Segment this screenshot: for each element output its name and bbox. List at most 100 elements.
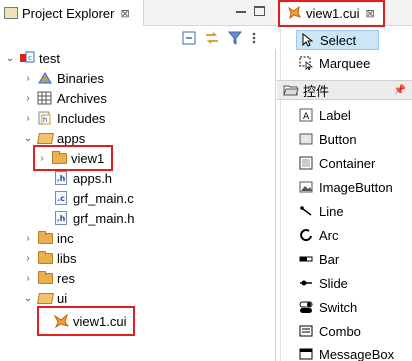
palette-item-switch[interactable]: Switch [298,297,357,317]
switch-icon [298,299,314,315]
palette-item-text: ImageButton [319,179,393,195]
container-icon [298,155,314,171]
tree-item-includes[interactable]: › h Includes [22,108,105,128]
pin-icon[interactable]: 📌 [394,85,406,96]
binaries-icon [37,71,53,85]
tree-item-res[interactable]: › res [22,268,75,288]
palette-drawer-header[interactable]: 控件 📌 [277,80,412,100]
label-icon: A [298,107,314,123]
tab-project-explorer[interactable]: Project Explorer ⊠ [0,0,144,26]
palette-item-messagebox[interactable]: MessageBox [298,344,394,361]
chevron-right-icon[interactable]: › [22,112,34,124]
svg-text:A: A [303,112,310,122]
tree-item-label: apps.h [73,170,113,186]
chevron-right-icon[interactable]: › [22,232,34,244]
tree-item-grf-main-c[interactable]: .c grf_main.c [50,188,134,208]
slider-icon [298,275,314,291]
palette-item-text: Label [319,107,351,123]
tree-item-binaries[interactable]: › Binaries [22,68,104,88]
messagebox-icon [298,346,314,361]
tree-item-test[interactable]: ⌄ c test [4,48,60,68]
palette-item-combo[interactable]: Combo [298,321,361,341]
palette-item-text: Arc [319,227,339,243]
palette-panel: view1.cui ⊠ Select Marquee 控件 📌 A Label … [277,0,412,361]
palette-item-arc[interactable]: Arc [298,225,339,245]
tool-select[interactable]: Select [296,30,379,50]
chevron-right-icon[interactable]: › [36,152,48,164]
tree-item-label: view1.cui [73,313,127,329]
tree-item-view1[interactable]: › view1 [33,145,113,171]
tree-item-label: res [57,270,76,286]
link-with-editor-icon[interactable] [204,30,220,46]
tree-item-label: Binaries [57,70,104,86]
tree-item-label: apps [57,130,86,146]
tree-item-label: Archives [57,90,107,106]
drawer-label: 控件 [303,83,330,99]
tree-item-label: test [39,50,60,66]
arc-icon [298,227,314,243]
tree-item-label: grf_main.c [73,190,134,206]
close-icon[interactable]: ⊠ [120,7,129,20]
tree-item-label: view1 [71,150,105,166]
cui-file-icon [53,314,69,328]
palette-item-text: Switch [319,299,358,315]
folder-icon [51,150,67,165]
palette-item-container[interactable]: Container [298,153,375,173]
chevron-right-icon[interactable]: › [22,92,34,104]
tree-item-label: ui [57,290,68,306]
palette-item-text: Slide [319,275,348,291]
editor-tabbar: view1.cui ⊠ [277,0,412,27]
project-explorer-panel: Project Explorer ⊠ ⌄ c test › Binaries ›… [0,0,276,361]
tree-item-apps-h[interactable]: .h apps.h [50,168,112,188]
folder-icon [37,250,53,265]
c-project-icon: c [19,51,35,65]
line-icon [298,203,314,219]
palette-item-button[interactable]: Button [298,129,357,149]
folder-icon [37,270,53,285]
tool-label: Marquee [319,55,371,71]
arrow-cursor-icon [299,32,315,48]
close-icon[interactable]: ⊠ [365,7,374,20]
minimize-icon[interactable] [236,11,246,13]
svg-text:h: h [43,116,47,124]
tree-item-ui[interactable]: ⌄ ui [22,288,67,308]
view-menu-icon[interactable] [246,30,262,46]
maximize-icon[interactable] [254,6,265,16]
chevron-down-icon[interactable]: ⌄ [22,132,34,144]
palette-item-imagebutton[interactable]: ImageButton [298,177,393,197]
tree-item-label: Includes [57,110,106,126]
palette-item-slide[interactable]: Slide [298,273,348,293]
marquee-icon [298,55,314,71]
tree-item-archives[interactable]: › Archives [22,88,107,108]
tree-item-grf-main-h[interactable]: .h grf_main.h [50,208,134,228]
collapse-all-icon[interactable] [181,30,197,46]
chevron-right-icon[interactable]: › [22,72,34,84]
combo-icon [298,323,314,339]
bar-icon [298,251,314,267]
tree-item-libs[interactable]: › libs [22,248,77,268]
chevron-right-icon[interactable]: › [22,272,34,284]
header-file-icon: .h [53,211,69,225]
chevron-down-icon[interactable]: ⌄ [22,292,34,304]
project-explorer-icon [4,7,18,19]
archives-icon [37,91,53,105]
tool-marquee[interactable]: Marquee [298,53,370,73]
tab-view1-cui[interactable]: view1.cui ⊠ [278,0,385,27]
tree-item-label: grf_main.h [73,210,135,226]
tree-item-view1-cui[interactable]: view1.cui [37,306,135,336]
palette-item-label[interactable]: A Label [298,105,351,125]
chevron-down-icon[interactable]: ⌄ [4,52,16,64]
palette-item-line[interactable]: Line [298,201,344,221]
palette-item-text: Combo [319,323,361,339]
button-icon [298,131,314,147]
chevron-right-icon[interactable]: › [22,252,34,264]
palette-item-text: MessageBox [319,346,395,361]
tree-item-inc[interactable]: › inc [22,228,74,248]
folder-open-icon [36,131,54,145]
filter-icon[interactable] [227,30,243,46]
palette-item-text: Button [319,131,357,147]
tab-title: Project Explorer [22,5,115,21]
palette-item-bar[interactable]: Bar [298,249,339,269]
tree-item-apps[interactable]: ⌄ apps [22,128,85,148]
palette-divider [280,27,281,361]
